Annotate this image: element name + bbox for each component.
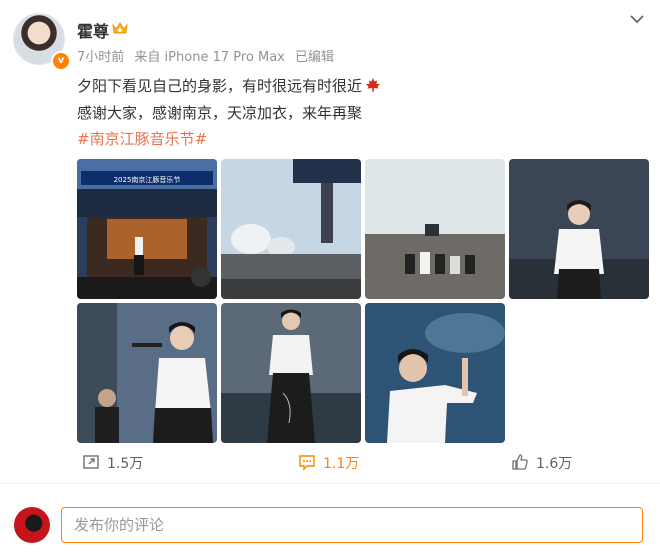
verified-badge-icon: v	[51, 51, 71, 71]
singing-full-body-photo[interactable]	[221, 303, 361, 443]
like-button[interactable]: 1.6万	[511, 453, 572, 473]
repost-button[interactable]: 1.5万	[82, 453, 143, 473]
post-meta: 7小时前 来自 iPhone 17 Pro Max 已编辑	[77, 46, 340, 65]
white-shirt-portrait-photo[interactable]	[509, 159, 649, 299]
chevron-down-icon[interactable]	[628, 12, 646, 26]
like-count: 1.6万	[536, 456, 573, 472]
post-text-line1: 夕阳下看见自己的身影，有时很远有时很近	[77, 75, 381, 96]
crown-icon	[112, 22, 128, 34]
divider	[0, 483, 660, 484]
thumbs-up-icon	[512, 454, 528, 470]
singing-with-guitarist-photo[interactable]	[77, 303, 217, 443]
comment-input[interactable]: 发布你的评论	[61, 507, 643, 543]
crowd-group-photo[interactable]	[365, 159, 505, 299]
edited-label[interactable]: 已编辑	[295, 50, 334, 65]
post-text-line2: 感谢大家，感谢南京，天凉加衣，来年再聚	[77, 104, 363, 122]
post-time[interactable]: 7小时前	[77, 50, 124, 65]
action-bar: 1.5万 1.1万 1.6万	[0, 453, 660, 475]
comment-icon	[299, 455, 315, 471]
hashtag-link[interactable]: #南京江豚音乐节#	[77, 128, 207, 149]
stage-banner-photo[interactable]: 2025南京江豚音乐节	[77, 159, 217, 299]
repost-icon	[83, 455, 99, 469]
comment-count: 1.1万	[323, 456, 360, 472]
repost-count: 1.5万	[107, 456, 144, 472]
maple-leaf-icon	[366, 78, 381, 92]
post-source: 来自 iPhone 17 Pro Max	[134, 50, 285, 65]
author-name[interactable]: 霍尊	[77, 18, 109, 42]
stage-sky-photo[interactable]	[221, 159, 361, 299]
comment-button[interactable]: 1.1万	[298, 453, 359, 473]
raised-hand-photo[interactable]	[365, 303, 505, 443]
banner-text: 2025南京江豚音乐节	[114, 175, 181, 184]
current-user-avatar[interactable]	[14, 507, 50, 543]
